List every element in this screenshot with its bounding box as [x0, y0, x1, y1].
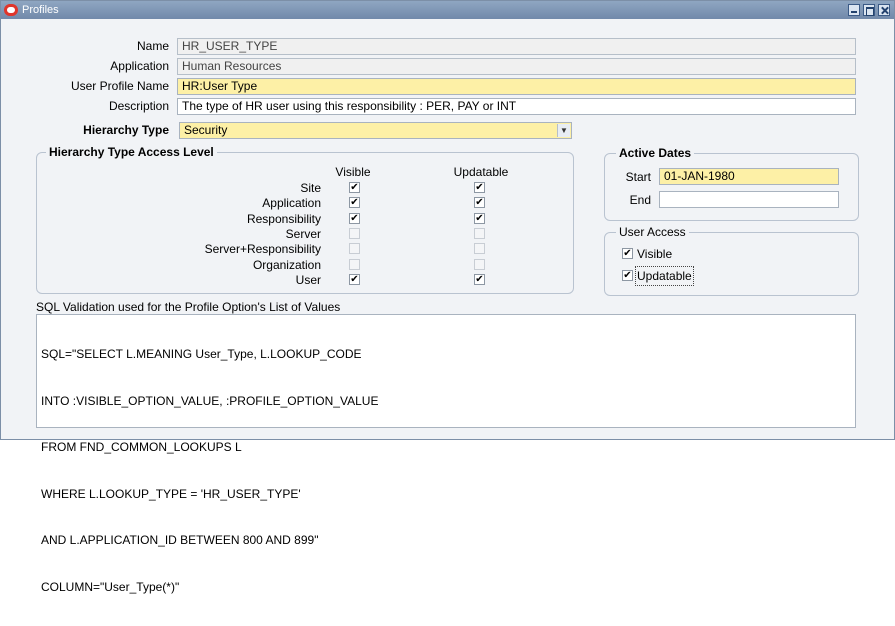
- access-updatable-checkbox[interactable]: [474, 227, 485, 239]
- application-label: Application: [110, 59, 169, 73]
- access-visible-checkbox[interactable]: ✔: [349, 212, 360, 224]
- check-icon: ✔: [475, 273, 484, 285]
- check-icon: ✔: [475, 212, 484, 224]
- access-row-label: Server+Responsibility: [204, 242, 321, 257]
- access-row-label: Server: [285, 226, 321, 241]
- active-dates-group: [604, 153, 859, 221]
- access-row-label: Application: [262, 196, 321, 211]
- check-icon: ✔: [623, 270, 632, 281]
- chevron-down-icon[interactable]: ▼: [557, 124, 570, 137]
- user-access-title: User Access: [616, 225, 689, 239]
- window-title: Profiles: [22, 4, 59, 16]
- name-field[interactable]: HR_USER_TYPE: [177, 38, 856, 55]
- access-visible-checkbox[interactable]: [349, 227, 360, 239]
- sql-validation-label: SQL Validation used for the Profile Opti…: [36, 300, 341, 314]
- description-field[interactable]: The type of HR user using this responsib…: [177, 98, 856, 115]
- access-updatable-checkbox[interactable]: [474, 243, 485, 255]
- check-icon: ✔: [350, 273, 359, 285]
- access-visible-checkbox[interactable]: [349, 258, 360, 270]
- minimize-icon[interactable]: [848, 4, 860, 16]
- user-access-visible-checkbox[interactable]: ✔: [622, 248, 633, 259]
- access-updatable-checkbox[interactable]: [474, 258, 485, 270]
- user-profile-name-field[interactable]: HR:User Type: [177, 78, 856, 95]
- check-icon: ✔: [350, 197, 359, 209]
- user-access-updatable-checkbox[interactable]: ✔: [622, 270, 633, 281]
- access-visible-checkbox[interactable]: ✔: [349, 197, 360, 209]
- hierarchy-type-label: Hierarchy Type: [83, 123, 169, 137]
- sql-validation-textarea[interactable]: SQL="SELECT L.MEANING User_Type, L.LOOKU…: [36, 314, 856, 594]
- profiles-window: Profiles Name HR_USER_TYPE Application H…: [0, 0, 895, 594]
- access-updatable-checkbox[interactable]: ✔: [474, 212, 485, 224]
- access-updatable-checkbox[interactable]: ✔: [474, 273, 485, 285]
- access-visible-checkbox[interactable]: ✔: [349, 182, 360, 193]
- sql-line: INTO :VISIBLE_OPTION_VALUE, :PROFILE_OPT…: [41, 393, 379, 408]
- user-profile-name-label: User Profile Name: [70, 79, 169, 93]
- sql-line: COLUMN="User_Type(*)": [41, 579, 180, 594]
- oracle-logo-icon: [4, 4, 18, 16]
- sql-line: AND L.APPLICATION_ID BETWEEN 800 AND 899…: [41, 533, 319, 547]
- user-access-group: [604, 232, 859, 296]
- sql-line: SQL="SELECT L.MEANING User_Type, L.LOOKU…: [41, 347, 362, 361]
- access-level-title: Hierarchy Type Access Level: [46, 145, 217, 159]
- access-row-label: Organization: [252, 257, 321, 272]
- access-row-label: Responsibility: [246, 211, 321, 226]
- user-access-updatable-label: Updatable: [635, 266, 694, 286]
- visible-column-header: Visible: [335, 165, 371, 179]
- name-label: Name: [136, 39, 169, 53]
- application-field[interactable]: Human Resources: [177, 58, 856, 75]
- hierarchy-type-value: Security: [184, 123, 228, 137]
- check-icon: ✔: [475, 197, 484, 209]
- check-icon: ✔: [350, 212, 359, 224]
- user-access-visible-label: Visible: [637, 247, 673, 261]
- hierarchy-type-select[interactable]: Security ▼: [179, 122, 572, 139]
- access-row-label: Site: [300, 181, 321, 195]
- sql-line: WHERE L.LOOKUP_TYPE = 'HR_USER_TYPE': [41, 486, 301, 501]
- end-date-field[interactable]: [659, 191, 839, 208]
- access-updatable-checkbox[interactable]: ✔: [474, 182, 485, 193]
- check-icon: ✔: [623, 248, 632, 259]
- maximize-icon[interactable]: [863, 4, 875, 16]
- updatable-column-header: Updatable: [453, 165, 509, 179]
- access-visible-checkbox[interactable]: ✔: [349, 273, 360, 285]
- start-date-field[interactable]: 01-JAN-1980: [659, 168, 839, 185]
- close-icon[interactable]: [878, 4, 890, 16]
- access-updatable-checkbox[interactable]: ✔: [474, 197, 485, 209]
- check-icon: ✔: [350, 182, 359, 193]
- access-visible-checkbox[interactable]: [349, 243, 360, 255]
- start-date-label: Start: [625, 170, 651, 184]
- active-dates-title: Active Dates: [616, 146, 695, 160]
- check-icon: ✔: [475, 182, 484, 193]
- title-bar[interactable]: Profiles: [1, 1, 894, 19]
- access-row-label: User: [295, 272, 321, 287]
- sql-line: FROM FND_COMMON_LOOKUPS L: [41, 440, 242, 454]
- end-date-label: End: [629, 193, 651, 207]
- description-label: Description: [108, 99, 169, 113]
